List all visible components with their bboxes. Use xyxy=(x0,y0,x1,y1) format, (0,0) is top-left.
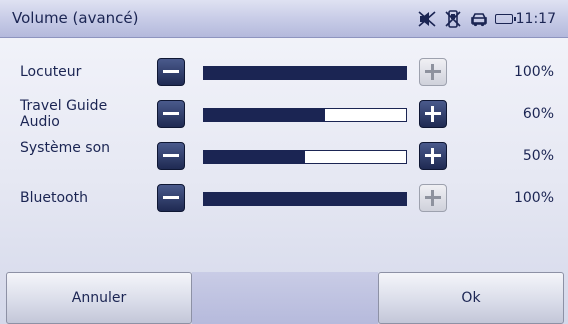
volume-decrease-button[interactable] xyxy=(157,100,185,128)
title-bar: Volume (avancé) 11:17 xyxy=(0,0,568,38)
volume-increase-button[interactable] xyxy=(419,58,447,86)
status-area: 11:17 xyxy=(417,6,556,32)
clock-time: 11:17 xyxy=(515,11,556,27)
volume-row-bluetooth: Bluetooth 100% xyxy=(0,178,568,218)
volume-decrease-button[interactable] xyxy=(157,142,185,170)
volume-bar-fill xyxy=(204,151,305,163)
volume-increase-button[interactable] xyxy=(419,142,447,170)
volume-bar-fill xyxy=(204,109,326,121)
speaker-muted-icon xyxy=(417,9,437,29)
phone-disabled-icon xyxy=(443,9,463,29)
volume-bar[interactable] xyxy=(203,108,407,122)
row-label: Locuteur xyxy=(20,64,82,80)
footer-bar: Annuler Ok xyxy=(0,272,568,324)
volume-percentage: 100% xyxy=(513,190,554,206)
volume-decrease-button[interactable] xyxy=(157,58,185,86)
cancel-button-label: Annuler xyxy=(71,290,127,306)
battery-icon xyxy=(494,14,516,24)
ok-button[interactable]: Ok xyxy=(378,272,564,324)
volume-percentage: 50% xyxy=(522,148,554,164)
volume-increase-button[interactable] xyxy=(419,184,447,212)
volume-bar-fill xyxy=(204,67,406,79)
volume-percentage: 60% xyxy=(522,106,554,122)
row-label: Travel Guide Audio xyxy=(20,98,108,130)
volume-row-systeme-son: Système son 50% xyxy=(0,136,568,176)
volume-decrease-button[interactable] xyxy=(157,184,185,212)
volume-bar[interactable] xyxy=(203,150,407,164)
ok-button-label: Ok xyxy=(461,290,481,306)
volume-bar[interactable] xyxy=(203,66,407,80)
volume-increase-button[interactable] xyxy=(419,100,447,128)
volume-row-locuteur: Locuteur 100% xyxy=(0,52,568,92)
volume-bar-fill xyxy=(204,193,406,205)
volume-bar[interactable] xyxy=(203,192,407,206)
volume-advanced-screen: Volume (avancé) 11:17 Locuteur 100% Trav… xyxy=(0,0,568,324)
row-label: Système son xyxy=(20,140,111,156)
footer-spacer xyxy=(192,272,378,324)
row-label: Bluetooth xyxy=(20,190,88,206)
volume-percentage: 100% xyxy=(513,64,554,80)
car-icon xyxy=(469,9,489,29)
cancel-button[interactable]: Annuler xyxy=(6,272,192,324)
volume-row-travel-guide-audio: Travel Guide Audio 60% xyxy=(0,94,568,134)
page-title: Volume (avancé) xyxy=(12,9,139,27)
